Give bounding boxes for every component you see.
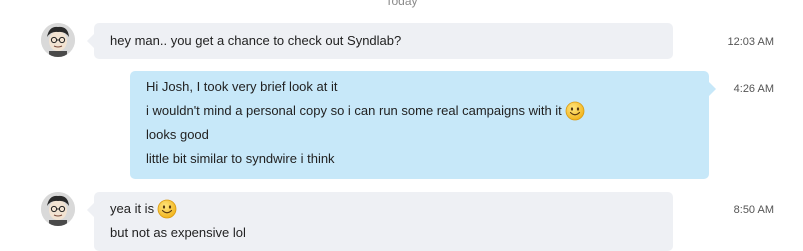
message-text: hey man.. you get a chance to check out …	[110, 33, 402, 48]
smiley-emoji-icon	[565, 101, 585, 121]
smiley-emoji-icon	[157, 199, 177, 219]
message-timestamp: 12:03 AM	[727, 36, 774, 48]
bubble-tail	[87, 203, 94, 217]
message-text: little bit similar to syndwire i think	[146, 151, 335, 166]
message-text: looks good	[146, 127, 209, 142]
day-divider: Today	[385, 0, 418, 8]
contact-avatar[interactable]	[41, 23, 75, 57]
message-timestamp: 4:26 AM	[733, 83, 774, 95]
message-bubble-incoming[interactable]: hey man.. you get a chance to check out …	[94, 23, 673, 59]
contact-avatar[interactable]	[41, 192, 75, 226]
message-bubble-outgoing[interactable]: Hi Josh, I took very brief look at it i …	[130, 71, 709, 179]
message-text: i wouldn't mind a personal copy so i can…	[146, 103, 562, 118]
message-text: yea it is	[110, 201, 155, 216]
message-bubble-incoming[interactable]: yea it is but not as expensive lol	[94, 192, 673, 251]
message-text: but not as expensive lol	[110, 225, 246, 240]
message-text: Hi Josh, I took very brief look at it	[146, 79, 338, 94]
bubble-tail	[87, 34, 94, 48]
message-timestamp: 8:50 AM	[733, 204, 774, 216]
